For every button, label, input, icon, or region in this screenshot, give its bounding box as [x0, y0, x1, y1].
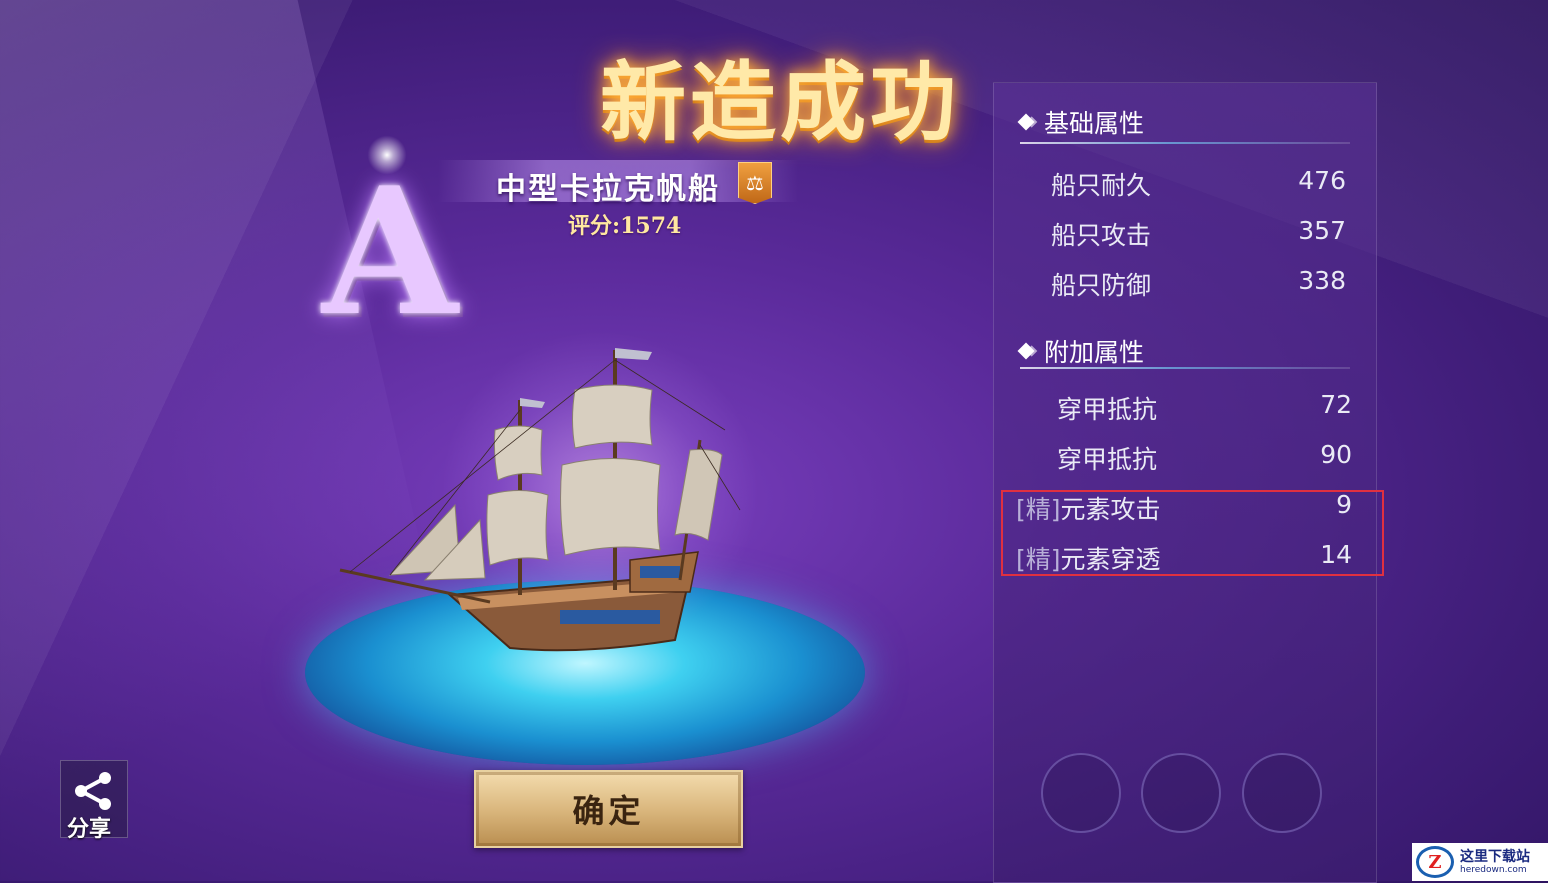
ship-name: 中型卡拉克帆船 [496, 172, 720, 207]
basic-attrs-title: 基础属性 [1044, 109, 1145, 138]
attr-label: 船只耐久 [1051, 171, 1152, 200]
empty-slot[interactable] [1242, 753, 1322, 833]
attr-value: 72 [1320, 390, 1352, 419]
ship-model [339, 348, 741, 652]
score-value: 1574 [620, 213, 682, 239]
extra-attrs-title: 附加属性 [1044, 338, 1145, 367]
attr-value: 476 [1298, 166, 1346, 195]
section-divider [1020, 367, 1350, 369]
score-label: 评分: [568, 213, 621, 239]
attr-label: 船只防御 [1051, 271, 1152, 300]
watermark-cn: 这里下载站 [1460, 848, 1530, 865]
basic-attrs-heading: 基础属性 [1017, 104, 1145, 140]
highlight-box [1001, 490, 1384, 576]
section-divider [1020, 142, 1350, 144]
diamond-icon [1017, 113, 1035, 131]
attr-label: 穿甲抵抗 [1057, 445, 1158, 474]
share-button[interactable]: 分享 [60, 760, 128, 842]
page-title: 新造成功 [600, 52, 960, 153]
scales-icon[interactable]: ⚖ [738, 162, 772, 204]
attr-value: 338 [1298, 266, 1346, 295]
attr-label: 船只攻击 [1051, 221, 1152, 250]
attr-value: 357 [1298, 216, 1346, 245]
attr-value: 90 [1320, 440, 1352, 469]
ship-score: 评分:1574 [568, 208, 681, 240]
extra-attrs-heading: 附加属性 [1017, 333, 1145, 369]
empty-slot[interactable] [1041, 753, 1121, 833]
watermark-en: heredown.com [1460, 864, 1527, 875]
share-icon [75, 772, 111, 810]
attr-label: 穿甲抵抗 [1057, 395, 1158, 424]
share-label: 分享 [67, 817, 112, 842]
watermark-logo: Z [1416, 846, 1454, 878]
confirm-button[interactable]: 确定 [474, 770, 743, 848]
diamond-icon [1017, 342, 1035, 360]
watermark: Z 这里下载站 heredown.com [1412, 843, 1548, 881]
empty-slot[interactable] [1141, 753, 1221, 833]
